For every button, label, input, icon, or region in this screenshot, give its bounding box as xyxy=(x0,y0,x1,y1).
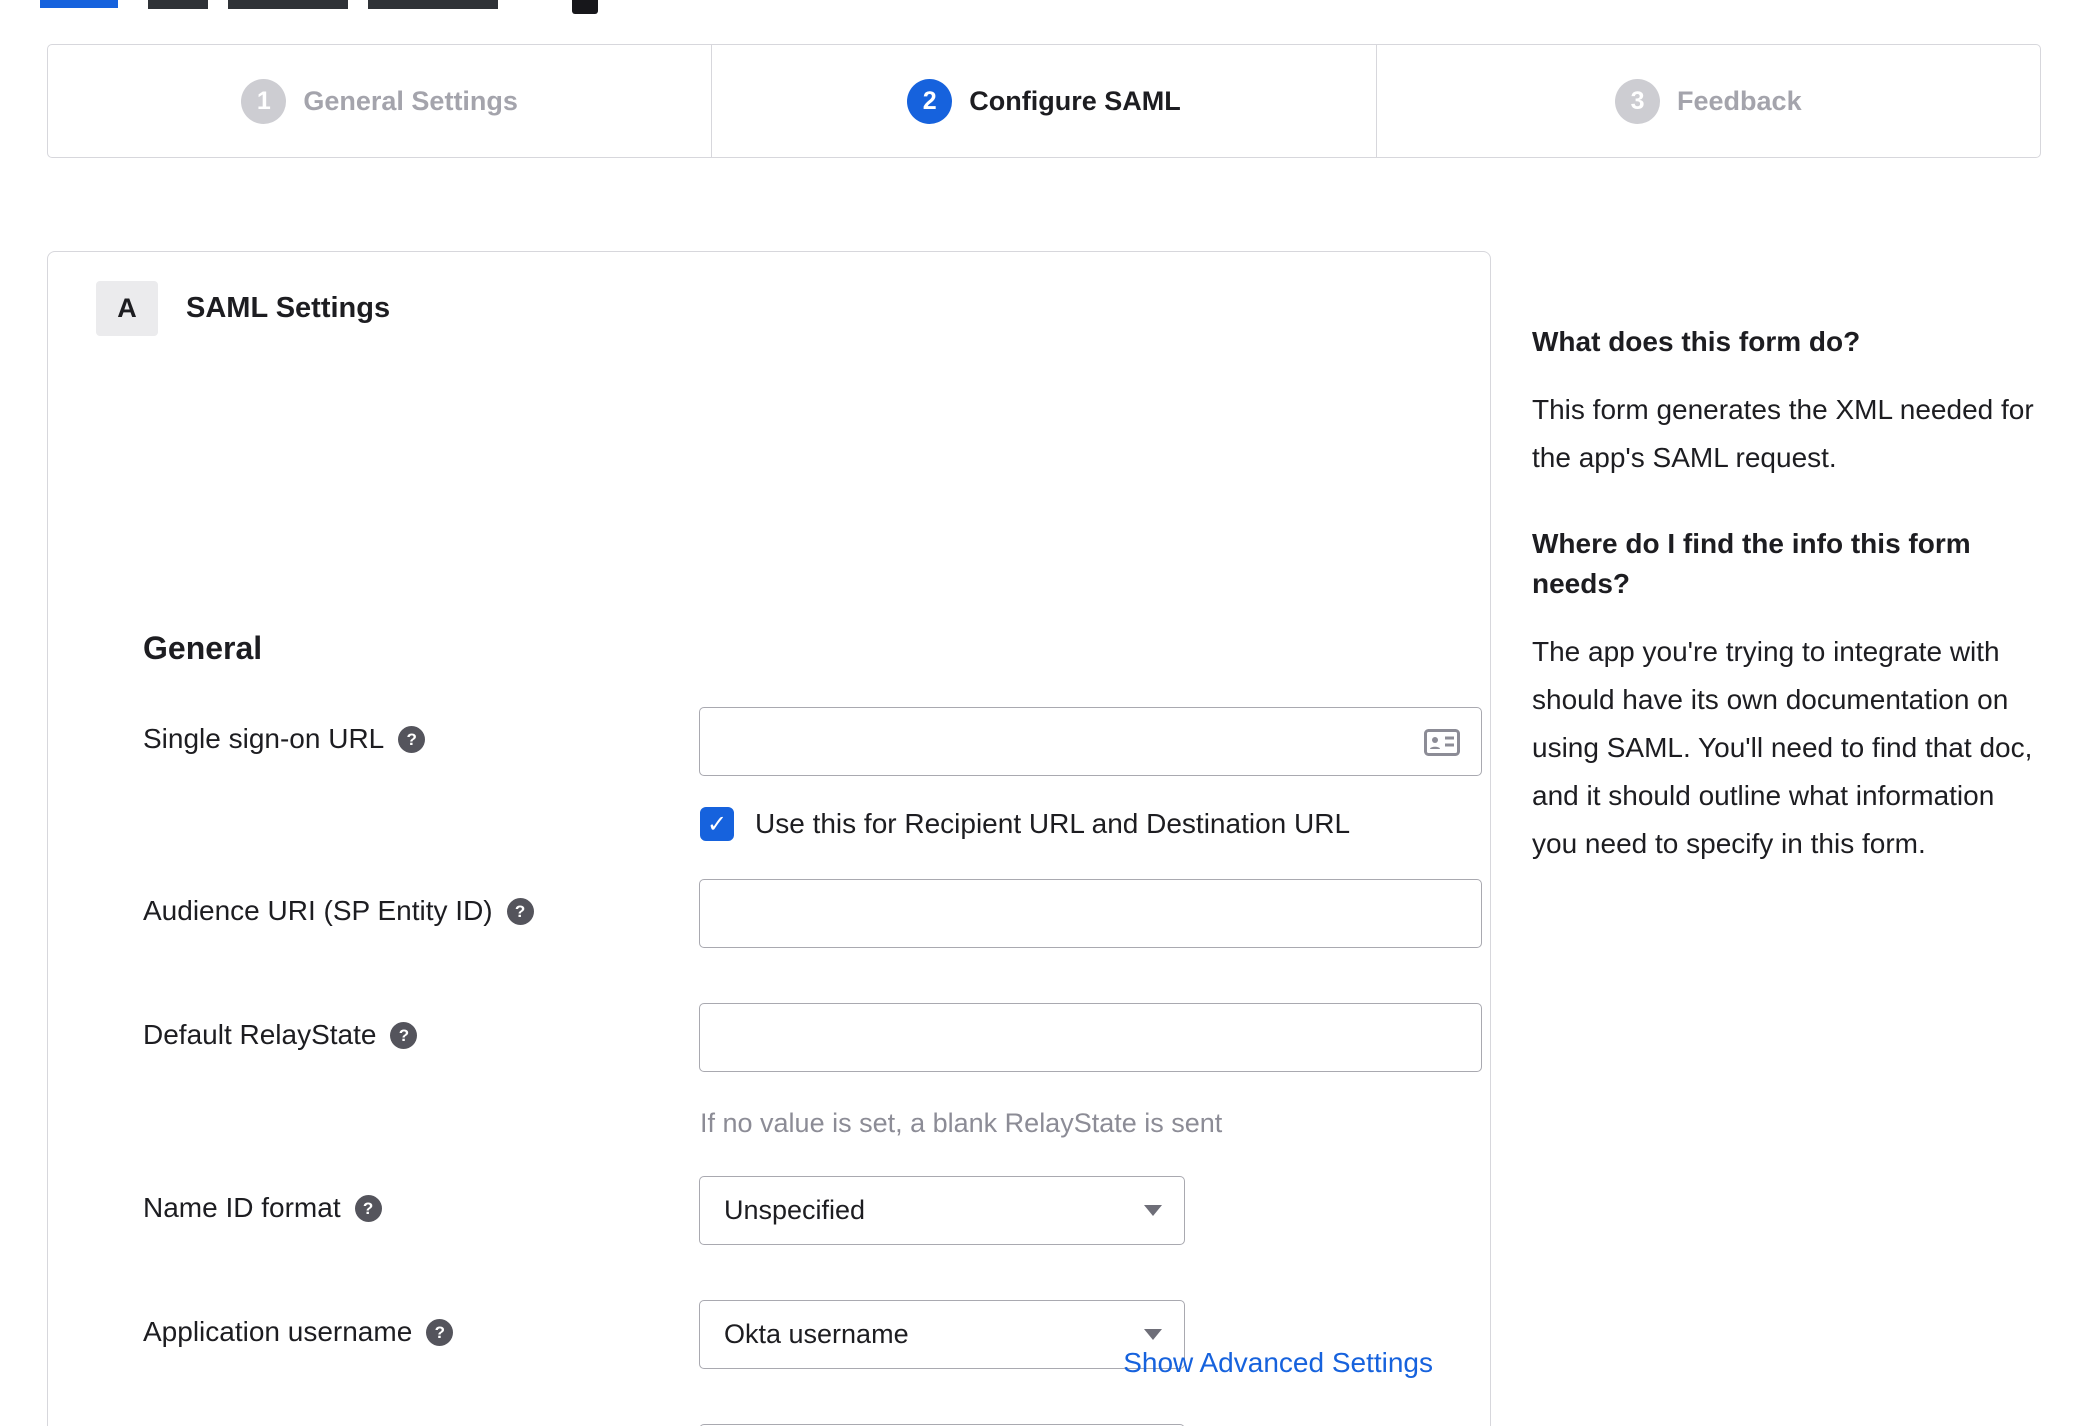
help-icon[interactable]: ? xyxy=(390,1022,418,1049)
header-fragment-blue xyxy=(40,0,118,8)
step-number-badge: 1 xyxy=(241,78,287,124)
chevron-down-icon xyxy=(1144,1329,1162,1340)
relaystate-label: Default RelayState xyxy=(143,1019,377,1050)
sso-url-input[interactable] xyxy=(699,707,1482,776)
saml-settings-panel: A SAML Settings General Single sign-on U… xyxy=(47,251,1491,1426)
audience-uri-label: Audience URI (SP Entity ID) xyxy=(143,895,493,926)
help-icon[interactable]: ? xyxy=(426,1319,454,1346)
step-number-badge: 2 xyxy=(907,78,953,124)
nameid-format-selected-value: Unspecified xyxy=(724,1195,866,1225)
show-advanced-settings-link[interactable]: Show Advanced Settings xyxy=(1123,1347,1433,1378)
general-section-heading: General xyxy=(143,630,263,666)
help-question-2: Where do I find the info this form needs… xyxy=(1532,528,1971,599)
sso-url-label: Single sign-on URL xyxy=(143,723,385,754)
contact-card-icon xyxy=(1424,729,1460,756)
step-label: Feedback xyxy=(1677,85,1802,116)
step-label: Configure SAML xyxy=(969,85,1181,116)
nameid-format-select[interactable]: Unspecified xyxy=(699,1176,1185,1245)
step-label: General Settings xyxy=(303,85,518,116)
header-fragment-text xyxy=(368,0,498,9)
header-fragment-icon xyxy=(572,0,598,14)
page-header-clipped xyxy=(0,0,2092,16)
application-username-selected-value: Okta username xyxy=(724,1319,909,1349)
chevron-down-icon xyxy=(1144,1205,1162,1216)
help-icon[interactable]: ? xyxy=(506,898,534,925)
relaystate-input[interactable] xyxy=(699,1003,1482,1072)
step-feedback[interactable]: 3 Feedback xyxy=(1375,45,2040,157)
wizard-stepper: 1 General Settings 2 Configure SAML 3 Fe… xyxy=(47,44,2041,158)
audience-uri-input[interactable] xyxy=(699,879,1482,948)
recipient-url-checkbox[interactable]: ✓ xyxy=(700,807,734,841)
header-fragment-text xyxy=(148,0,208,9)
section-a-badge: A xyxy=(96,281,158,336)
help-icon[interactable]: ? xyxy=(354,1195,382,1222)
recipient-url-checkbox-label[interactable]: Use this for Recipient URL and Destinati… xyxy=(755,808,1350,840)
help-sidebar: What does this form do? This form genera… xyxy=(1532,322,2046,910)
help-answer-1: This form generates the XML needed for t… xyxy=(1532,394,2034,473)
step-general-settings[interactable]: 1 General Settings xyxy=(48,45,711,157)
nameid-format-label: Name ID format xyxy=(143,1192,341,1223)
application-username-label: Application username xyxy=(143,1316,413,1347)
header-fragment-text xyxy=(228,0,348,9)
help-question-1: What does this form do? xyxy=(1532,326,1861,357)
relaystate-helper-text: If no value is set, a blank RelayState i… xyxy=(700,1108,1223,1138)
panel-title: SAML Settings xyxy=(186,292,391,324)
help-answer-2: The app you're trying to integrate with … xyxy=(1532,636,2033,859)
help-icon[interactable]: ? xyxy=(398,726,426,753)
step-configure-saml[interactable]: 2 Configure SAML xyxy=(711,45,1375,157)
step-number-badge: 3 xyxy=(1615,78,1661,124)
